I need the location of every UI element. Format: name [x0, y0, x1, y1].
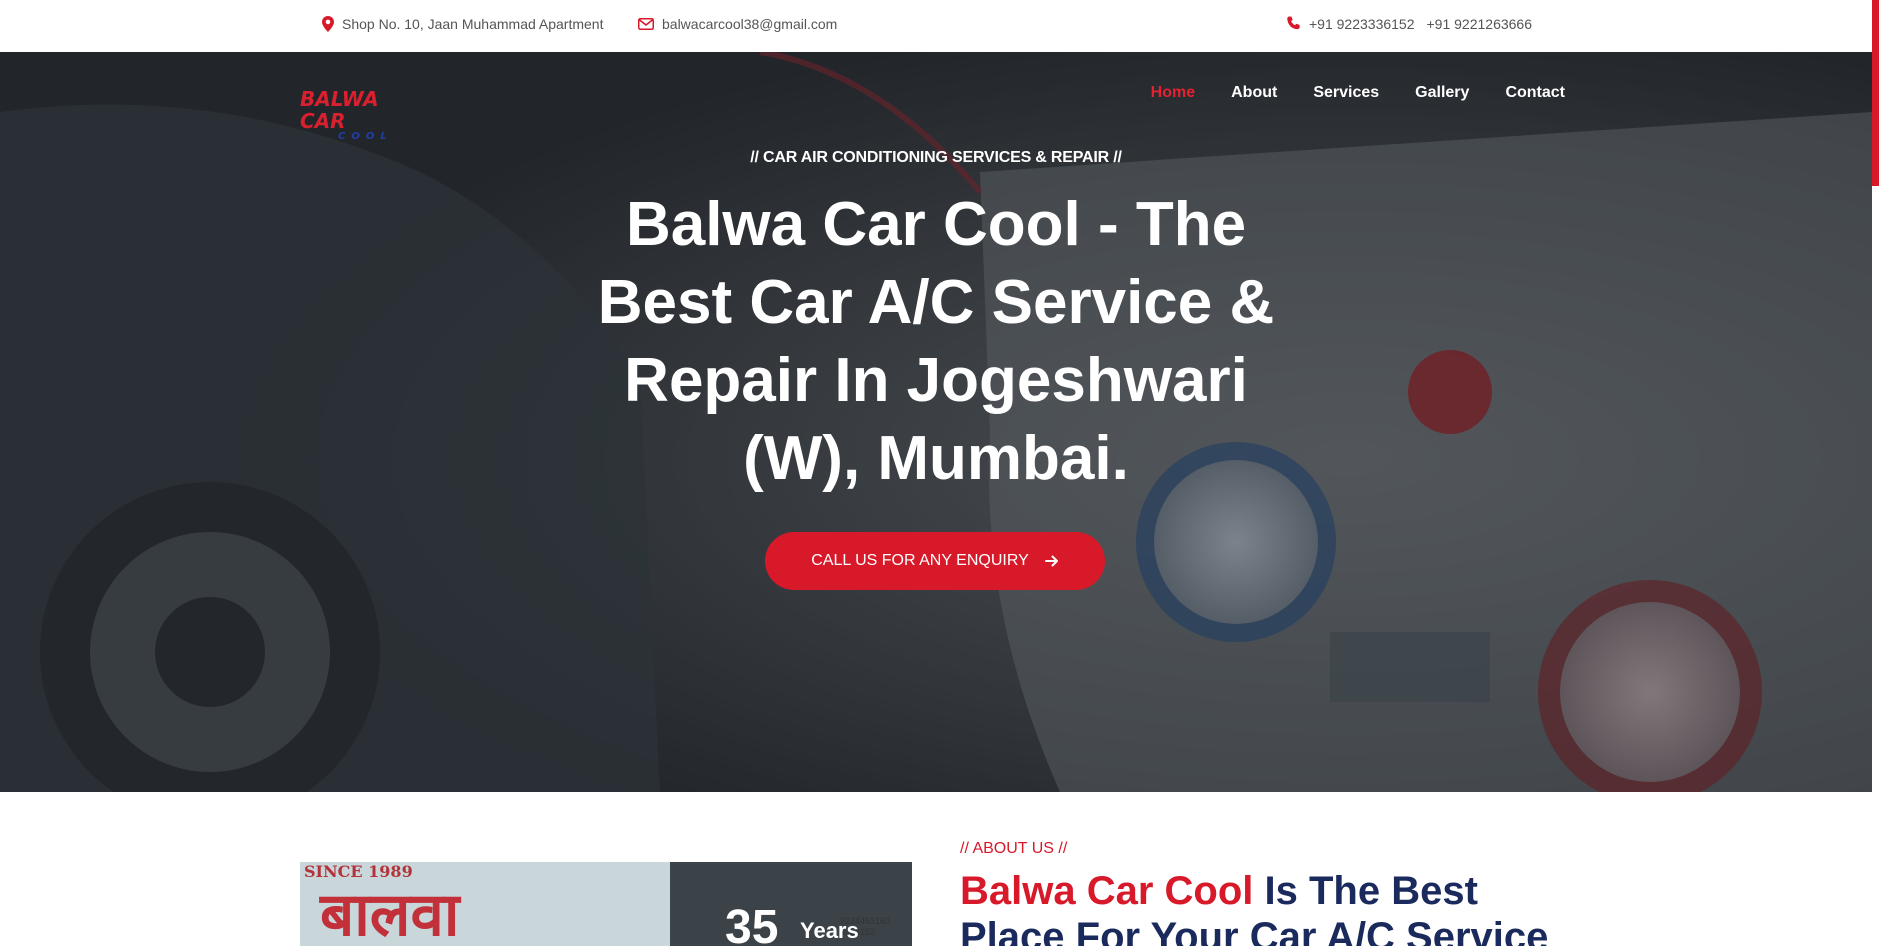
about-eyebrow: // ABOUT US // — [960, 840, 1068, 857]
nav-gallery[interactable]: Gallery — [1415, 84, 1469, 102]
logo-wordmark: BALWA CAR — [300, 87, 379, 133]
scrollbar-thumb[interactable] — [1872, 0, 1879, 186]
logo-subtext: COOL — [338, 131, 393, 142]
site-logo[interactable]: BALWA CAR COOL — [300, 88, 430, 142]
nav-services[interactable]: Services — [1313, 84, 1379, 102]
about-title-highlight: Balwa Car Cool — [960, 869, 1254, 913]
sign-text: बालवा — [320, 880, 460, 946]
hero-headline: Balwa Car Cool - The Best Car A/C Servic… — [597, 190, 1275, 493]
email-link[interactable]: balwacarcool38@gmail.com — [662, 16, 837, 32]
address-text: Shop No. 10, Jaan Muhammad Apartment — [342, 15, 604, 32]
map-pin-icon — [322, 15, 334, 32]
phone-number-1[interactable]: +91 9223336152 — [1309, 16, 1415, 32]
arrow-right-icon — [1044, 555, 1058, 567]
about-shop-image: SINCE 1989 बालवा 9224463160 3336152 35 Y… — [300, 862, 912, 946]
site-header: BALWA CAR COOL Home About Services Galle… — [0, 52, 1872, 142]
nav-about[interactable]: About — [1231, 84, 1277, 102]
call-enquiry-label: CALL US FOR ANY ENQUIRY — [811, 552, 1029, 569]
call-enquiry-button[interactable]: CALL US FOR ANY ENQUIRY — [765, 532, 1105, 590]
email-item[interactable]: balwacarcool38@gmail.com — [638, 0, 837, 47]
since-text: SINCE 1989 — [304, 862, 413, 881]
about-title: Balwa Car Cool Is The Best Place For You… — [960, 868, 1560, 946]
address-item: Shop No. 10, Jaan Muhammad Apartment — [322, 0, 603, 47]
phone-number-2[interactable]: +91 9221263666 — [1427, 16, 1533, 32]
hero-tagline: // CAR AIR CONDITIONING SERVICES & REPAI… — [750, 149, 1122, 166]
main-nav: Home About Services Gallery Contact — [1115, 84, 1565, 102]
phone-icon — [1287, 16, 1300, 30]
phone-item[interactable]: +91 9223336152 +91 9221263666 — [1286, 0, 1544, 47]
years-label: Years — [800, 918, 859, 943]
nav-contact[interactable]: Contact — [1505, 84, 1565, 102]
nav-home[interactable]: Home — [1151, 84, 1195, 102]
years-number: 35 — [725, 901, 779, 946]
envelope-icon — [638, 17, 654, 30]
top-info-bar: Shop No. 10, Jaan Muhammad Apartment bal… — [0, 0, 1872, 52]
